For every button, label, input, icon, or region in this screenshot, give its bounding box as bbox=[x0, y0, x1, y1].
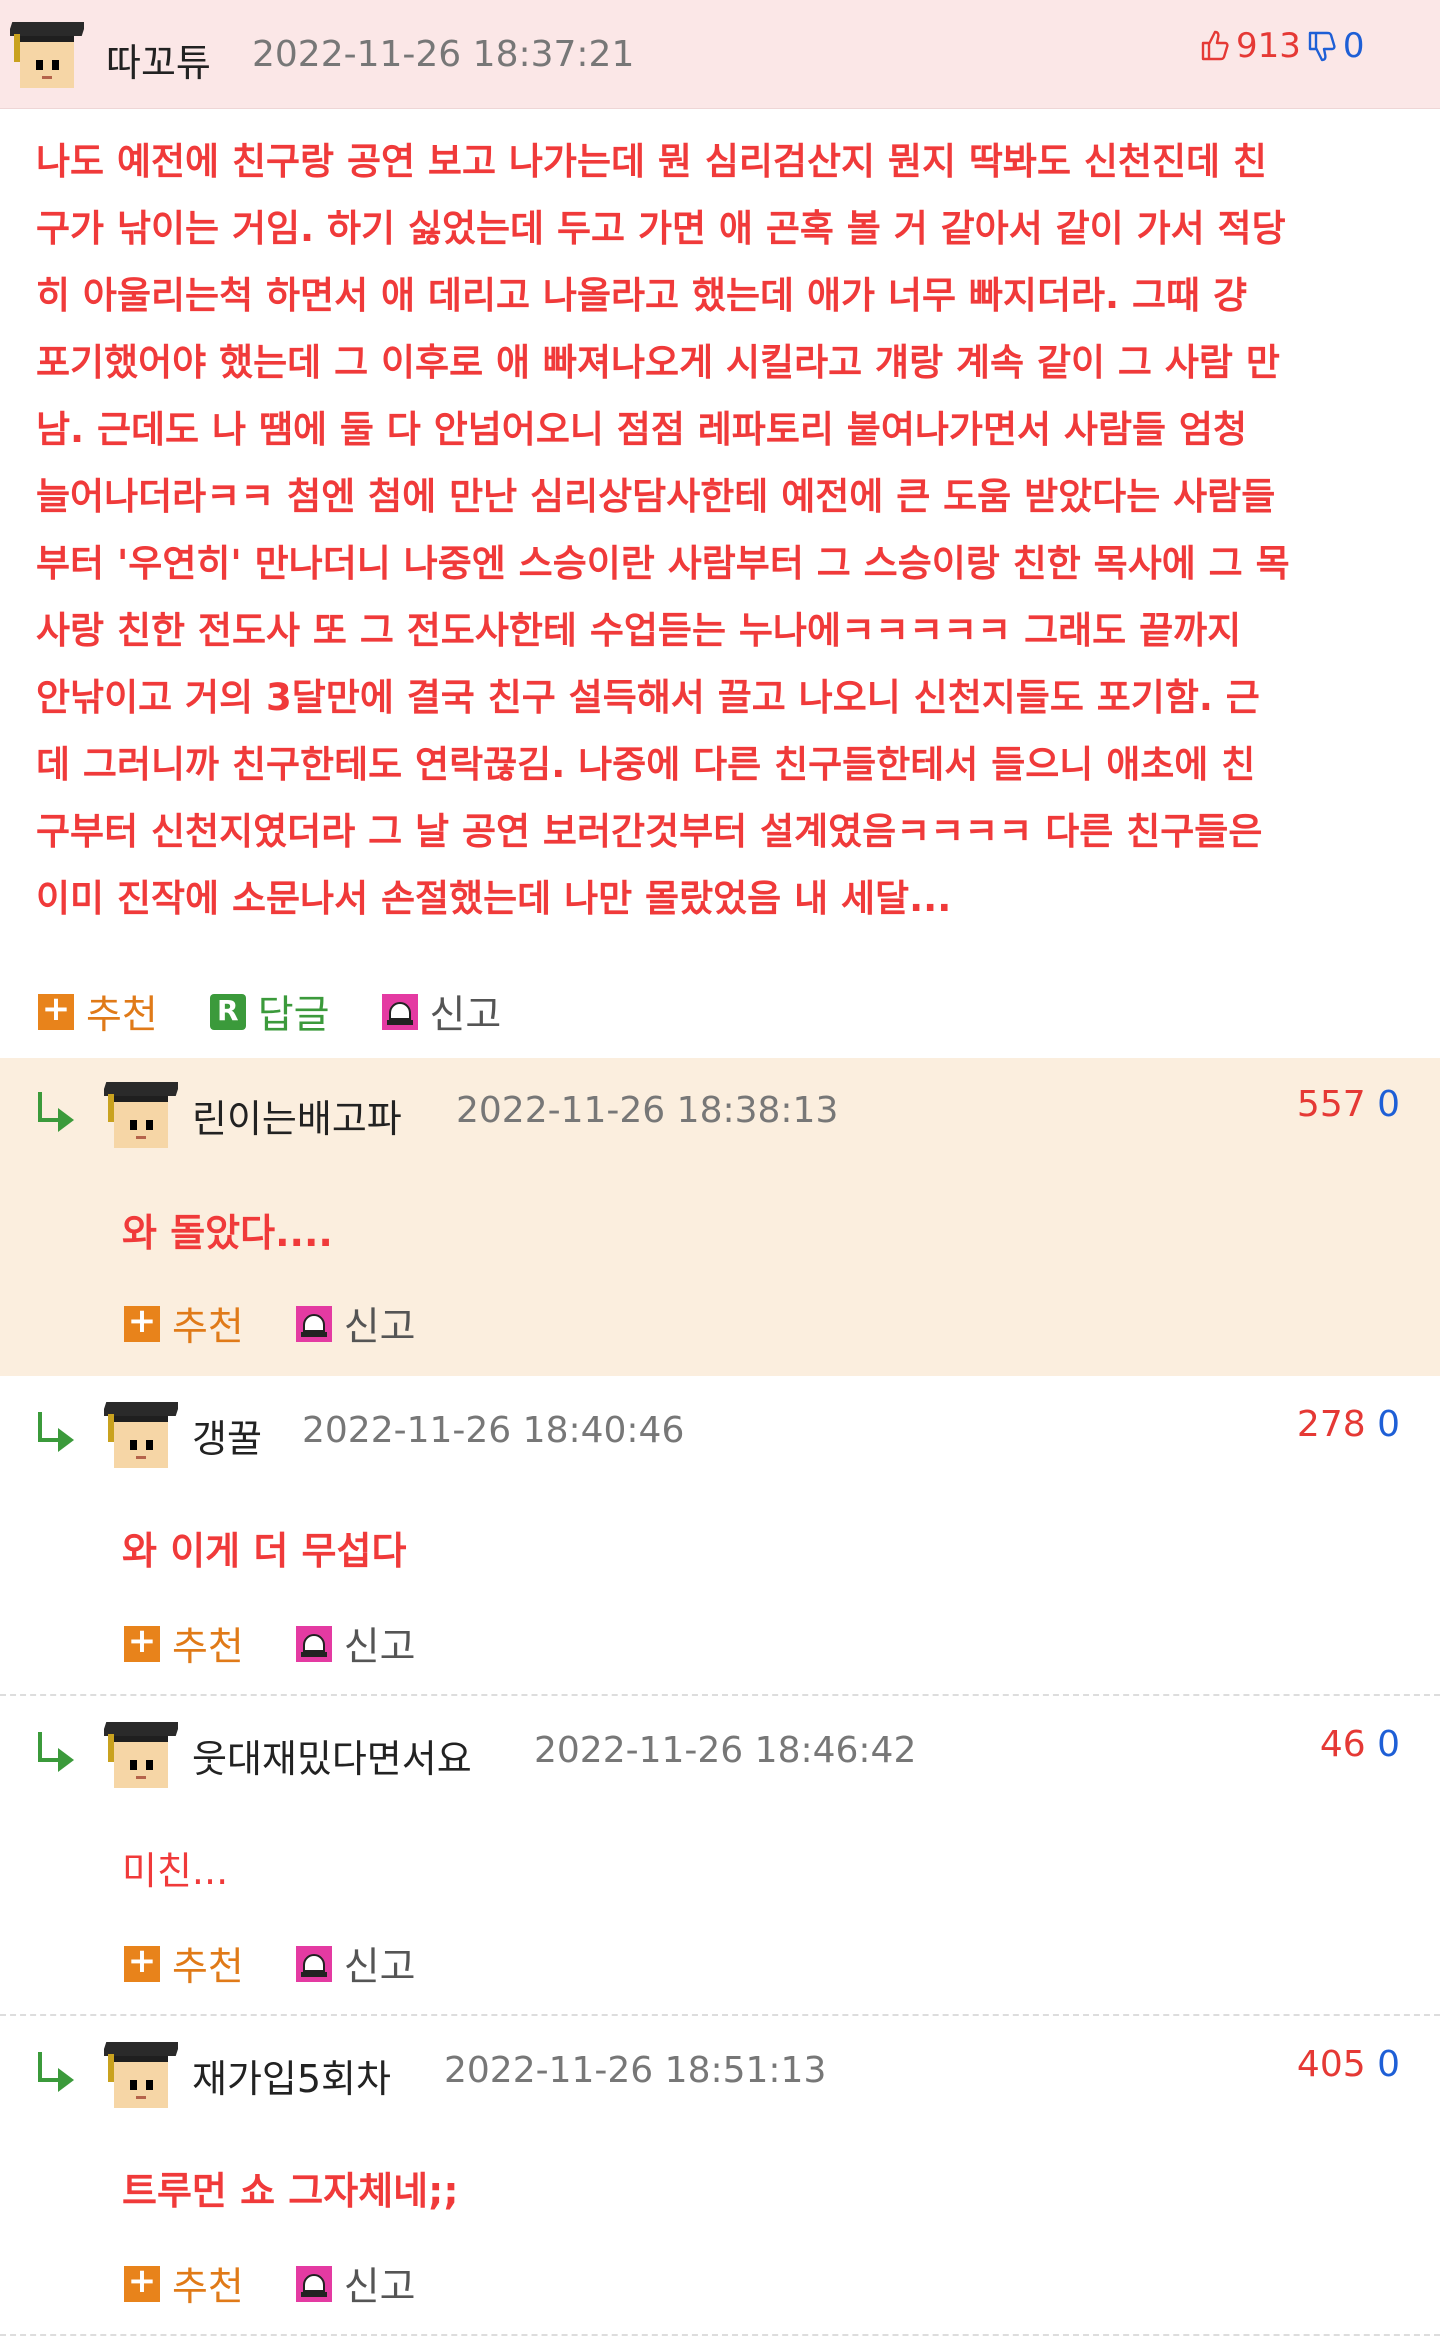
recommend-button[interactable]: 추천 bbox=[124, 1616, 244, 1672]
main-date: 2022-11-26 18:37:21 bbox=[252, 34, 635, 75]
report-button[interactable]: 신고 bbox=[381, 984, 501, 1040]
thumbs-down-icon[interactable] bbox=[1307, 29, 1337, 63]
reply-up-count[interactable]: 278 bbox=[1297, 1404, 1366, 1445]
plus-icon bbox=[38, 989, 74, 1030]
reply-r-icon bbox=[209, 994, 246, 1030]
comment-line: 포기했어야 했는데 그 이후로 애 빠져나오게 시킬라고 걔랑 계속 같이 그 … bbox=[36, 341, 1280, 384]
thumbs-up-icon[interactable] bbox=[1200, 29, 1230, 63]
reply-up-count[interactable]: 557 bbox=[1297, 1084, 1366, 1125]
comment-page: 따꼬튜 2022-11-26 18:37:21 913 0 나도 예전에 친구랑… bbox=[0, 0, 1440, 2338]
reply-down-count[interactable]: 0 bbox=[1377, 2044, 1400, 2085]
reply-date: 2022-11-26 18:40:46 bbox=[302, 1410, 685, 1451]
main-comment-text: 나도 예전에 친구랑 공연 보고 나가는데 뭔 심리검산지 뭔지 딱봐도 신천진… bbox=[36, 128, 1416, 932]
reply-nickname[interactable]: 재가입5회차 bbox=[192, 2048, 391, 2103]
reply-text: 와 돌았다.... bbox=[122, 1211, 333, 1255]
reply-votes: 46 0 bbox=[1320, 1724, 1400, 1765]
plus-icon bbox=[124, 1301, 160, 1342]
main-down-count: 0 bbox=[1342, 26, 1365, 66]
siren-icon bbox=[381, 994, 418, 1030]
comment-line: 구가 낚이는 거임. 하기 싫었는데 두고 가면 애 곤혹 볼 거 같아서 같이… bbox=[36, 207, 1286, 250]
recommend-button[interactable]: 추천 bbox=[124, 2256, 244, 2312]
reply-down-count[interactable]: 0 bbox=[1377, 1724, 1400, 1765]
reply-arrow-icon bbox=[34, 1732, 74, 1772]
main-nickname[interactable]: 따꼬튜 bbox=[106, 32, 211, 87]
recommend-button[interactable]: 추천 bbox=[124, 1936, 244, 1992]
reply-votes: 405 0 bbox=[1297, 2044, 1400, 2085]
reply-votes: 557 0 bbox=[1297, 1084, 1400, 1125]
graduate-avatar-icon[interactable] bbox=[104, 1076, 178, 1150]
reply-nickname[interactable]: 린이는배고파 bbox=[192, 1088, 402, 1143]
main-comment-header: 따꼬튜 2022-11-26 18:37:21 913 0 bbox=[0, 0, 1440, 109]
comment-line: 데 그러니까 친구한테도 연락끊김. 나중에 다른 친구들한테서 들으니 애초에… bbox=[36, 743, 1256, 786]
reply-arrow-icon bbox=[34, 1412, 74, 1452]
comment-line: 남. 근데도 나 땜에 둘 다 안넘어오니 점점 레파토리 붙여나가면서 사람들… bbox=[36, 408, 1247, 451]
reply-actions: 추천 신고 bbox=[124, 2256, 468, 2312]
reply-up-count[interactable]: 405 bbox=[1297, 2044, 1366, 2085]
graduate-avatar-icon[interactable] bbox=[104, 1396, 178, 1470]
divider bbox=[0, 2014, 1440, 2016]
report-button[interactable]: 신고 bbox=[295, 1936, 416, 1992]
comment-line: 히 아울리는척 하면서 애 데리고 나올라고 했는데 애가 너무 빠지더라. 그… bbox=[36, 274, 1247, 317]
main-up-count: 913 bbox=[1236, 26, 1301, 66]
reply-item: 갱꿀 2022-11-26 18:40:46 278 0 와 이게 더 무섭다 … bbox=[0, 1378, 1440, 1696]
comment-line: 나도 예전에 친구랑 공연 보고 나가는데 뭔 심리검산지 뭔지 딱봐도 신천진… bbox=[36, 140, 1267, 183]
main-actions: 추천 답글 신고 bbox=[38, 984, 553, 1040]
plus-icon bbox=[124, 2261, 160, 2302]
report-button[interactable]: 신고 bbox=[295, 1616, 416, 1672]
siren-icon bbox=[295, 1626, 332, 1662]
report-button[interactable]: 신고 bbox=[295, 1296, 416, 1352]
plus-icon bbox=[124, 1621, 160, 1662]
comment-line: 안낚이고 거의 3달만에 결국 친구 설득해서 끌고 나오니 신천지들도 포기함… bbox=[36, 676, 1260, 719]
reply-button[interactable]: 답글 bbox=[209, 984, 330, 1040]
reply-up-count[interactable]: 46 bbox=[1320, 1724, 1366, 1765]
divider bbox=[0, 2334, 1440, 2336]
reply-actions: 추천 신고 bbox=[124, 1616, 468, 1672]
graduate-avatar-icon[interactable] bbox=[104, 1716, 178, 1790]
divider bbox=[0, 1694, 1440, 1696]
recommend-button[interactable]: 추천 bbox=[124, 1296, 244, 1352]
report-button[interactable]: 신고 bbox=[295, 2256, 416, 2312]
siren-icon bbox=[295, 1946, 332, 1982]
reply-text: 트루먼 쇼 그자체네;; bbox=[122, 2169, 459, 2213]
reply-text: 와 이게 더 무섭다 bbox=[122, 1529, 407, 1573]
siren-icon bbox=[295, 1306, 332, 1342]
reply-item: 웃대재밌다면서요 2022-11-26 18:46:42 46 0 미친... … bbox=[0, 1698, 1440, 2016]
comment-line: 이미 진작에 소문나서 손절했는데 나만 몰랐었음 내 세달... bbox=[36, 877, 952, 920]
reply-down-count[interactable]: 0 bbox=[1377, 1084, 1400, 1125]
plus-icon bbox=[124, 1941, 160, 1982]
reply-arrow-icon bbox=[34, 2052, 74, 2092]
comment-line: 사랑 친한 전도사 또 그 전도사한테 수업듣는 누나에ㅋㅋㅋㅋㅋ 그래도 끝까… bbox=[36, 609, 1242, 652]
reply-date: 2022-11-26 18:46:42 bbox=[534, 1730, 917, 1771]
reply-item: 린이는배고파 2022-11-26 18:38:13 557 0 와 돌았다..… bbox=[0, 1058, 1440, 1376]
comment-line: 구부터 신천지였더라 그 날 공연 보러간것부터 설계였음ㅋㅋㅋㅋ 다른 친구들… bbox=[36, 810, 1263, 853]
reply-down-count[interactable]: 0 bbox=[1377, 1404, 1400, 1445]
reply-nickname[interactable]: 웃대재밌다면서요 bbox=[192, 1728, 472, 1783]
reply-date: 2022-11-26 18:38:13 bbox=[456, 1090, 839, 1131]
reply-actions: 추천 신고 bbox=[124, 1936, 468, 1992]
comment-line: 부터 '우연히' 만나더니 나중엔 스승이란 사람부터 그 스승이랑 친한 목사… bbox=[36, 542, 1290, 585]
reply-nickname[interactable]: 갱꿀 bbox=[192, 1408, 262, 1463]
comment-line: 늘어나더라ㅋㅋ 첨엔 첨에 만난 심리상담사한테 예전에 큰 도움 받았다는 사… bbox=[36, 475, 1276, 518]
siren-icon bbox=[295, 2266, 332, 2302]
reply-item: 재가입5회차 2022-11-26 18:51:13 405 0 트루먼 쇼 그… bbox=[0, 2018, 1440, 2336]
reply-actions: 추천 신고 bbox=[124, 1296, 468, 1352]
graduate-avatar-icon[interactable] bbox=[10, 16, 84, 90]
graduate-avatar-icon[interactable] bbox=[104, 2036, 178, 2110]
reply-text: 미친... bbox=[122, 1849, 229, 1893]
reply-date: 2022-11-26 18:51:13 bbox=[444, 2050, 827, 2091]
reply-votes: 278 0 bbox=[1297, 1404, 1400, 1445]
recommend-button[interactable]: 추천 bbox=[38, 984, 158, 1040]
main-votes: 913 0 bbox=[1200, 26, 1365, 66]
reply-arrow-icon bbox=[34, 1092, 74, 1132]
